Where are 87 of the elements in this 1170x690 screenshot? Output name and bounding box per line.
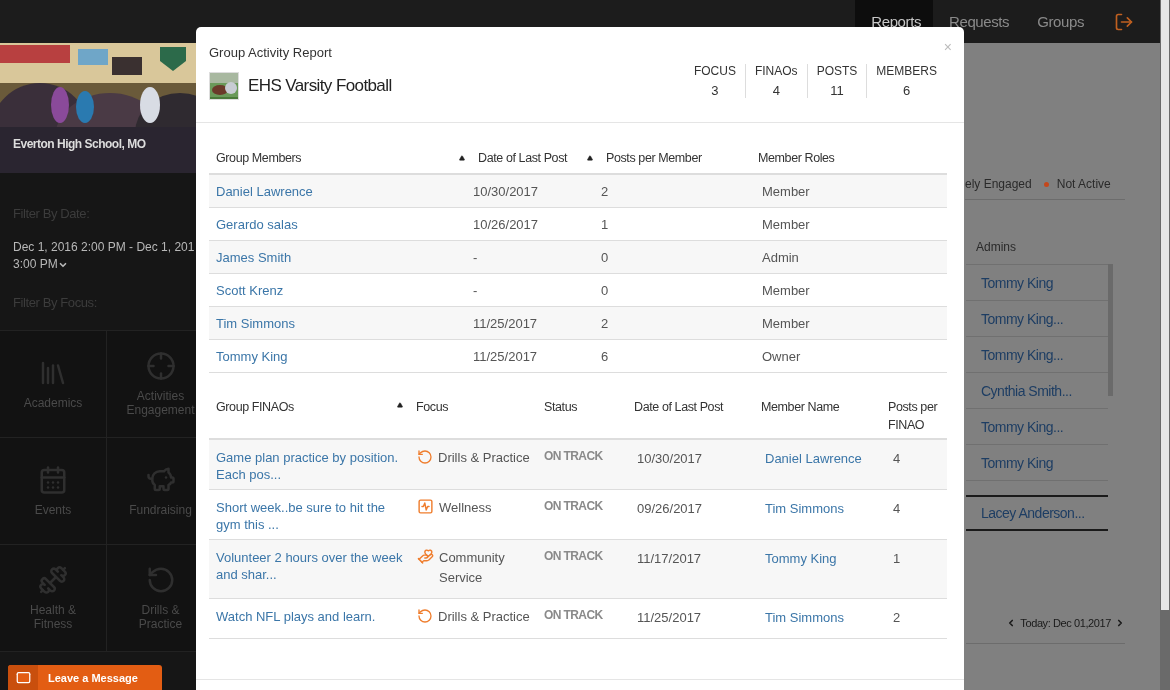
table-cell: 11/25/2017 — [637, 609, 702, 626]
member-link[interactable]: Tommy King — [216, 347, 288, 365]
finao-link[interactable]: Watch NFL plays and learn. — [216, 608, 376, 625]
dumbbell-icon — [38, 565, 68, 595]
member-link[interactable]: Gerardo salas — [216, 215, 298, 233]
member-link[interactable]: Tim Simmons — [765, 500, 844, 517]
member-link[interactable]: Tim Simmons — [216, 314, 295, 332]
table-cell: Member — [762, 314, 810, 332]
status-label: ON TRACK — [544, 549, 603, 563]
focus-label: Drills & Practice — [438, 608, 530, 626]
column-header[interactable]: Member Name — [761, 398, 840, 416]
table-cell: 0 — [601, 248, 609, 266]
crosshair-icon — [145, 351, 176, 381]
table-cell: Admin — [762, 248, 799, 266]
stat-value: 3 — [711, 83, 719, 98]
column-header[interactable]: Posts per FINAO — [888, 398, 941, 434]
table-cell: 4 — [893, 450, 901, 467]
focus-label: Wellness — [439, 499, 492, 517]
table-cell: 2 — [893, 609, 901, 626]
table-cell: 2 — [601, 314, 609, 332]
status-label: ON TRACK — [544, 449, 603, 463]
table-cell: 11/25/2017 — [473, 347, 538, 365]
column-header[interactable]: Posts per Member — [606, 149, 702, 167]
table-cell: 10/26/2017 — [473, 215, 539, 233]
table-cell: Owner — [762, 347, 801, 365]
legend-label: ely Engaged — [965, 177, 1032, 191]
column-header[interactable]: Date of Last Post — [634, 398, 724, 416]
column-header[interactable]: Group FINAOs — [216, 398, 294, 416]
circular-arrow-icon — [417, 449, 433, 465]
heartbeat-icon — [417, 498, 434, 515]
table-cell: 2 — [601, 182, 609, 200]
sort-arrow-icon[interactable] — [397, 402, 403, 408]
stat-label: MEMBERS — [876, 64, 937, 78]
column-header[interactable]: Member Roles — [758, 149, 835, 167]
admin-link[interactable]: Tommy King... — [966, 409, 1108, 445]
table-cell: Member — [762, 215, 810, 233]
sort-arrow-icon[interactable] — [459, 155, 465, 161]
finao-link[interactable]: Short week..be sure to hit the gym this ... — [216, 499, 403, 533]
column-header: Admins — [976, 240, 1017, 254]
member-link[interactable]: Scott Krenz — [216, 281, 284, 299]
dialog-title: Group Activity Report — [209, 45, 333, 60]
date-range-text[interactable]: 3:00 PM — [13, 256, 58, 273]
next-icon[interactable] — [1115, 618, 1125, 628]
admin-link[interactable]: Tommy King — [966, 445, 1108, 481]
table-cell: - — [473, 248, 478, 266]
column-header[interactable]: Date of Last Post — [478, 149, 568, 167]
table-cell: 1 — [893, 550, 901, 567]
stat-label: FINAOs — [754, 64, 798, 78]
admin-link[interactable]: Lacey Anderson... — [966, 495, 1108, 531]
table-cell: 09/26/2017 — [637, 500, 703, 517]
member-link[interactable]: Tommy King — [765, 550, 837, 567]
stat-label: POSTS — [816, 64, 858, 78]
date-label: Today: Dec 01,2017 — [1020, 617, 1111, 629]
stat-label: FOCUS — [693, 64, 736, 78]
hand-heart-icon — [417, 548, 434, 565]
table-cell: 11/25/2017 — [473, 314, 538, 332]
table-cell: Member — [762, 182, 810, 200]
status-label: ON TRACK — [544, 499, 603, 513]
legend-label: Not Active — [1056, 177, 1111, 191]
sort-arrow-icon[interactable] — [587, 155, 593, 161]
calendar-icon — [38, 465, 68, 495]
leave-message-button[interactable]: Leave a Message — [8, 665, 162, 690]
column-header[interactable]: Status — [544, 398, 578, 416]
group-name: EHS Varsity Football — [248, 76, 392, 96]
table-cell: 10/30/2017 — [637, 450, 703, 467]
circular-arrow-icon — [417, 608, 433, 624]
scrollbar[interactable] — [1161, 0, 1169, 610]
stat-value: 4 — [772, 83, 780, 98]
column-header[interactable]: Focus — [416, 398, 449, 416]
member-link[interactable]: Tim Simmons — [765, 609, 844, 626]
table-cell: - — [473, 281, 478, 299]
table-cell: 4 — [893, 500, 901, 517]
focus-label: Community Service — [439, 549, 506, 587]
status-label: ON TRACK — [544, 608, 603, 622]
stat-value: 11 — [830, 83, 844, 98]
member-link[interactable]: James Smith — [216, 248, 292, 266]
stat-value: 6 — [903, 83, 911, 98]
table-cell: Member — [762, 281, 810, 299]
table-cell: 10/30/2017 — [473, 182, 539, 200]
column-header[interactable]: Group Members — [216, 149, 302, 167]
table-cell: 1 — [601, 215, 609, 233]
logout-icon[interactable] — [1114, 11, 1134, 32]
nav-tab[interactable]: Groups — [1021, 0, 1096, 43]
table-cell: 0 — [601, 281, 609, 299]
focus-label: Drills & Practice — [438, 449, 530, 467]
table-cell: 11/17/2017 — [637, 550, 702, 567]
table-cell: 6 — [601, 347, 609, 365]
